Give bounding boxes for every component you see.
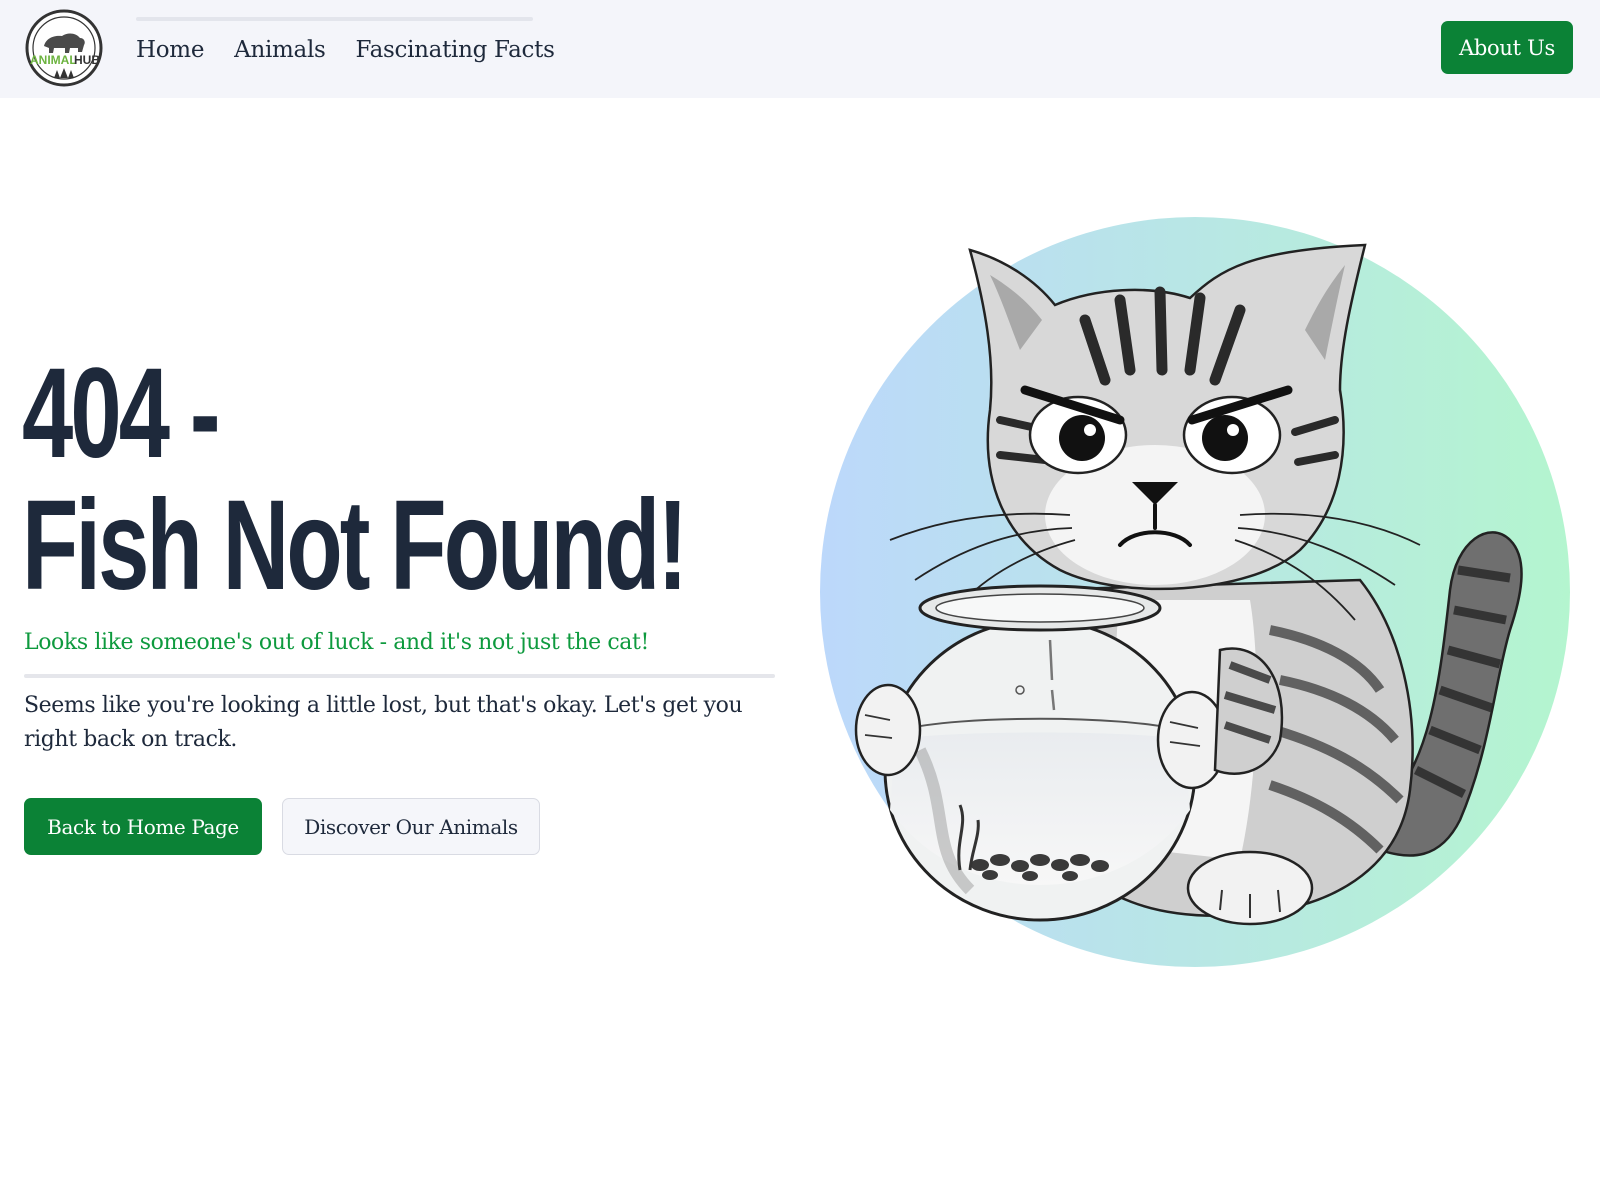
logo-text-animal: ANIMAL bbox=[30, 53, 77, 67]
page-title: 404 - Fish Not Found! bbox=[22, 348, 782, 612]
about-us-button[interactable]: About Us bbox=[1441, 21, 1573, 74]
divider bbox=[24, 674, 775, 678]
description: Seems like you're looking a little lost,… bbox=[24, 693, 743, 752]
title-line-fish-not-found: Fish Not Found! bbox=[22, 474, 688, 617]
title-line-404: 404 - bbox=[22, 342, 221, 485]
site-header: ANIMAL HUB Home Animals Fascinating Fact… bbox=[0, 0, 1600, 98]
animal-hub-logo-icon[interactable]: ANIMAL HUB bbox=[24, 8, 104, 88]
main-nav: Home Animals Fascinating Facts bbox=[136, 30, 555, 70]
nav-link-home[interactable]: Home bbox=[136, 37, 204, 63]
discover-animals-button[interactable]: Discover Our Animals bbox=[282, 798, 540, 855]
nav-link-animals[interactable]: Animals bbox=[234, 37, 326, 63]
angry-cat-with-fishbowl-icon bbox=[820, 217, 1570, 967]
nav-indicator-track bbox=[136, 17, 533, 21]
back-to-home-button[interactable]: Back to Home Page bbox=[24, 798, 262, 855]
logo-text-hub: HUB bbox=[74, 53, 100, 67]
nav-link-fascinating-facts[interactable]: Fascinating Facts bbox=[356, 37, 555, 63]
subtitle: Looks like someone's out of luck - and i… bbox=[24, 630, 649, 655]
